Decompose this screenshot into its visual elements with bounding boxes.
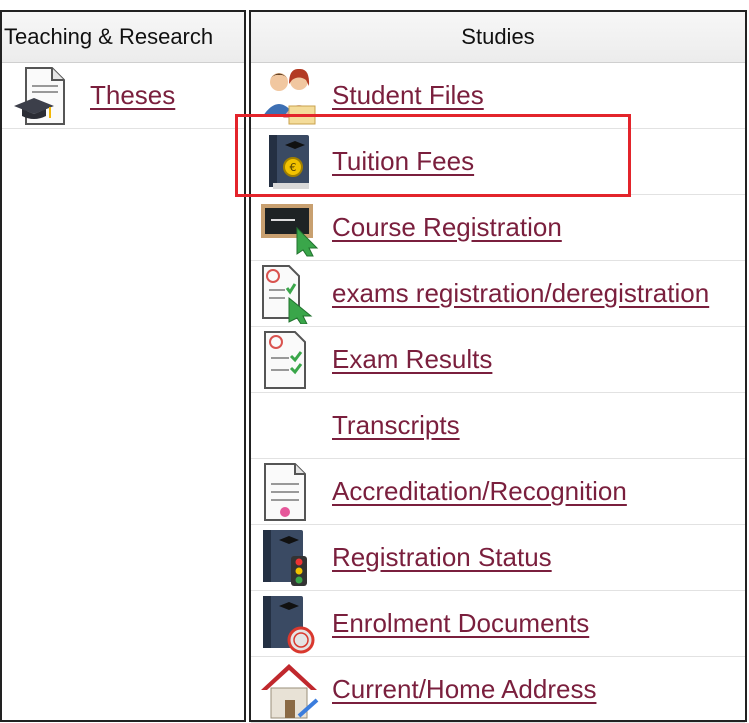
exam-results-link[interactable]: Exam Results	[332, 344, 492, 375]
thesis-document-icon	[10, 65, 72, 127]
tuition-fees-link[interactable]: Tuition Fees	[332, 146, 474, 177]
menu-row-home-address[interactable]: Current/Home Address	[251, 657, 745, 723]
accreditation-icon	[259, 461, 321, 523]
enrolment-documents-link[interactable]: Enrolment Documents	[332, 608, 589, 639]
exam-registration-icon	[259, 263, 321, 325]
home-address-link[interactable]: Current/Home Address	[332, 674, 596, 705]
menu-row-student-files[interactable]: Student Files	[251, 63, 745, 129]
exam-registration-link[interactable]: exams registration/deregistration	[332, 278, 709, 309]
menu-row-tuition-fees[interactable]: € Tuition Fees	[251, 129, 745, 195]
accreditation-link[interactable]: Accreditation/Recognition	[332, 476, 627, 507]
studies-header: Studies	[251, 12, 745, 63]
menu-row-theses[interactable]: Theses	[2, 63, 244, 129]
transcripts-link[interactable]: Transcripts	[332, 410, 460, 441]
menu-row-course-registration[interactable]: Course Registration	[251, 195, 745, 261]
menu-row-exam-registration[interactable]: exams registration/deregistration	[251, 261, 745, 327]
tuition-fees-icon: €	[259, 131, 321, 193]
course-registration-link[interactable]: Course Registration	[332, 212, 562, 243]
menu-row-registration-status[interactable]: Registration Status	[251, 525, 745, 591]
menu-row-transcripts[interactable]: Transcripts	[251, 393, 745, 459]
menu-row-enrolment-documents[interactable]: Enrolment Documents	[251, 591, 745, 657]
menu-row-accreditation[interactable]: Accreditation/Recognition	[251, 459, 745, 525]
students-icon	[259, 65, 321, 127]
teaching-research-panel: Teaching & Research Theses	[0, 10, 246, 722]
registration-status-link[interactable]: Registration Status	[332, 542, 552, 573]
theses-link[interactable]: Theses	[90, 80, 175, 111]
registration-status-icon	[259, 527, 321, 589]
exam-results-icon	[259, 329, 321, 391]
enrolment-documents-icon	[259, 593, 321, 655]
course-registration-icon	[259, 197, 321, 259]
menu-row-exam-results[interactable]: Exam Results	[251, 327, 745, 393]
svg-text:€: €	[290, 161, 297, 174]
teaching-research-header: Teaching & Research	[2, 12, 244, 63]
studies-panel: Studies Student Files € Tuition Fees Cou…	[249, 10, 747, 723]
student-files-link[interactable]: Student Files	[332, 80, 484, 111]
